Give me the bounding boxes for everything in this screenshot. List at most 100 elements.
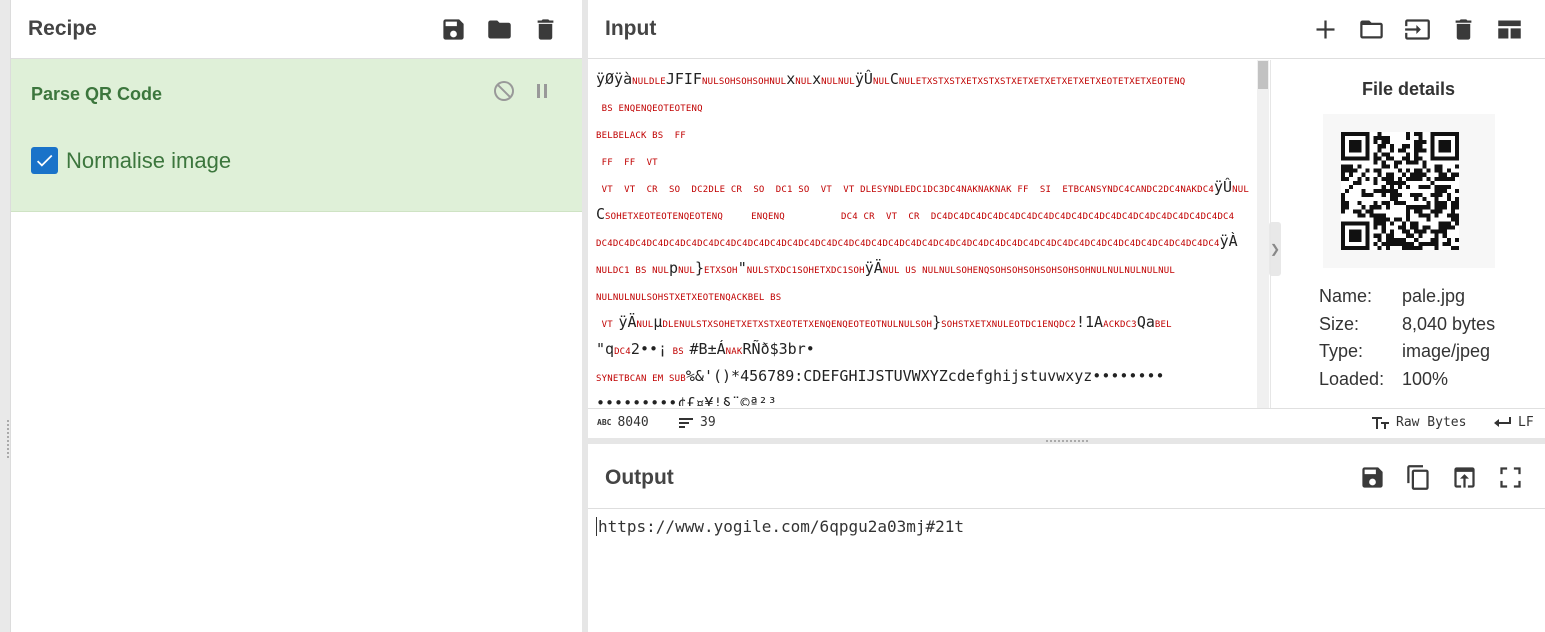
qr-module [1381, 140, 1386, 145]
qr-module [1402, 245, 1407, 250]
qr-module [1414, 197, 1419, 202]
qr-module [1357, 201, 1362, 206]
copy-output-button[interactable] [1395, 461, 1441, 493]
reset-layout-button[interactable] [1486, 13, 1532, 45]
qr-module [1353, 180, 1358, 185]
qr-module [1385, 233, 1390, 238]
qr-module [1389, 180, 1394, 185]
qr-module [1361, 213, 1366, 218]
qr-module [1422, 140, 1427, 145]
output-title: Output [605, 466, 674, 489]
qr-module [1406, 217, 1411, 222]
clear-input-button[interactable] [1440, 13, 1486, 45]
qr-module [1373, 213, 1378, 218]
open-file-button[interactable] [1394, 13, 1440, 45]
qr-module [1414, 237, 1419, 242]
qr-module [1418, 241, 1423, 246]
save-recipe-button[interactable] [430, 13, 476, 45]
input-line: NULNULNULSOHSTXETXEOTENQACKBEL BS [596, 282, 1254, 309]
gutter-grip[interactable] [7, 420, 9, 460]
normalise-image-option[interactable]: Normalise image [31, 147, 231, 174]
input-scrollbar[interactable] [1257, 60, 1269, 408]
operation-parse-qr-code[interactable]: Parse QR Code Normalise image [11, 59, 582, 212]
input-line: VT VT CR SO DC2DLE CR SO DC1 SO VT VT DL… [596, 174, 1254, 201]
qr-module [1454, 188, 1459, 194]
qr-module [1397, 168, 1403, 173]
disable-operation-button[interactable] [489, 76, 519, 106]
qr-module [1414, 176, 1419, 181]
qr-module [1434, 229, 1439, 234]
qr-module [1365, 209, 1370, 214]
qr-module [1365, 168, 1370, 173]
qr-module [1393, 193, 1398, 198]
qr-module [1385, 152, 1390, 157]
qr-module [1442, 188, 1447, 194]
input-text-run: JFIF [665, 70, 702, 88]
control-chars: NAK [725, 347, 743, 357]
control-chars: FF FF VT [596, 158, 658, 168]
qr-module [1454, 164, 1459, 169]
file-size-label: Size: [1319, 314, 1360, 334]
qr-module [1430, 209, 1435, 214]
qr-module [1373, 205, 1378, 210]
qr-module [1414, 160, 1419, 165]
qr-module [1450, 217, 1455, 222]
input-file-icon [1404, 18, 1430, 40]
breakpoint-button[interactable] [527, 76, 557, 106]
qr-module [1434, 197, 1439, 202]
qr-module [1397, 237, 1403, 242]
file-thumbnail [1323, 114, 1495, 268]
qr-module [1373, 160, 1378, 165]
qr-module [1402, 156, 1407, 161]
qr-module [1434, 237, 1439, 242]
qr-module [1373, 152, 1378, 157]
left-gutter [0, 0, 11, 632]
qr-module [1349, 140, 1362, 153]
qr-module [1414, 172, 1419, 177]
qr-module [1454, 197, 1459, 202]
input-line: •••••••••¢£¤¥¦§¨©ª²³ [596, 390, 1254, 406]
qr-module [1385, 172, 1390, 177]
qr-module [1410, 205, 1415, 210]
qr-module [1377, 217, 1382, 222]
qr-module [1361, 188, 1366, 194]
encoding-value: Raw Bytes [1396, 415, 1467, 430]
qr-module [1442, 229, 1447, 234]
qr-module [1357, 164, 1362, 169]
qr-module [1442, 172, 1447, 177]
file-loaded-row: Loaded: 100% [1319, 369, 1448, 390]
clear-recipe-button[interactable] [522, 13, 568, 45]
scrollbar-thumb[interactable] [1258, 61, 1268, 89]
qr-module [1361, 205, 1366, 210]
qr-module [1377, 156, 1382, 161]
char-count: ABC 8040 [597, 415, 649, 430]
qr-module [1381, 188, 1386, 194]
qr-module [1397, 160, 1403, 165]
eol-selector[interactable]: LF [1494, 415, 1534, 430]
qr-module [1353, 209, 1358, 214]
input-text-run: ÿÛ [1214, 178, 1233, 196]
splitter-grip[interactable] [1046, 440, 1088, 442]
maximise-output-button[interactable] [1487, 461, 1533, 493]
qr-module [1373, 225, 1378, 230]
save-output-button[interactable] [1349, 461, 1395, 493]
qr-module [1397, 201, 1403, 206]
qr-module [1365, 193, 1370, 198]
encoding-selector[interactable]: Raw Bytes [1372, 415, 1466, 430]
qr-module [1406, 184, 1411, 189]
open-folder-button[interactable] [1348, 13, 1394, 45]
add-input-tab-button[interactable] [1302, 13, 1348, 45]
qr-module [1434, 213, 1439, 218]
qr-module [1381, 152, 1386, 157]
qr-module [1345, 205, 1350, 210]
load-recipe-button[interactable] [476, 13, 522, 45]
input-textarea[interactable]: ÿØÿàNULDLEJFIFNULSOHSOHSOHNULxNULxNULNUL… [596, 66, 1254, 406]
qr-module [1377, 205, 1382, 210]
normalise-image-checkbox[interactable] [31, 147, 58, 174]
qr-module [1397, 148, 1403, 153]
replace-input-button[interactable] [1441, 461, 1487, 493]
input-text-run: ÿÛ [854, 70, 873, 88]
input-line: SYNETBCAN EM SUB%&'()*456789:CDEFGHIJSTU… [596, 363, 1254, 390]
trash-icon [1455, 18, 1471, 40]
output-textarea[interactable]: https://www.yogile.com/6qpgu2a03mj#21t [596, 517, 964, 536]
